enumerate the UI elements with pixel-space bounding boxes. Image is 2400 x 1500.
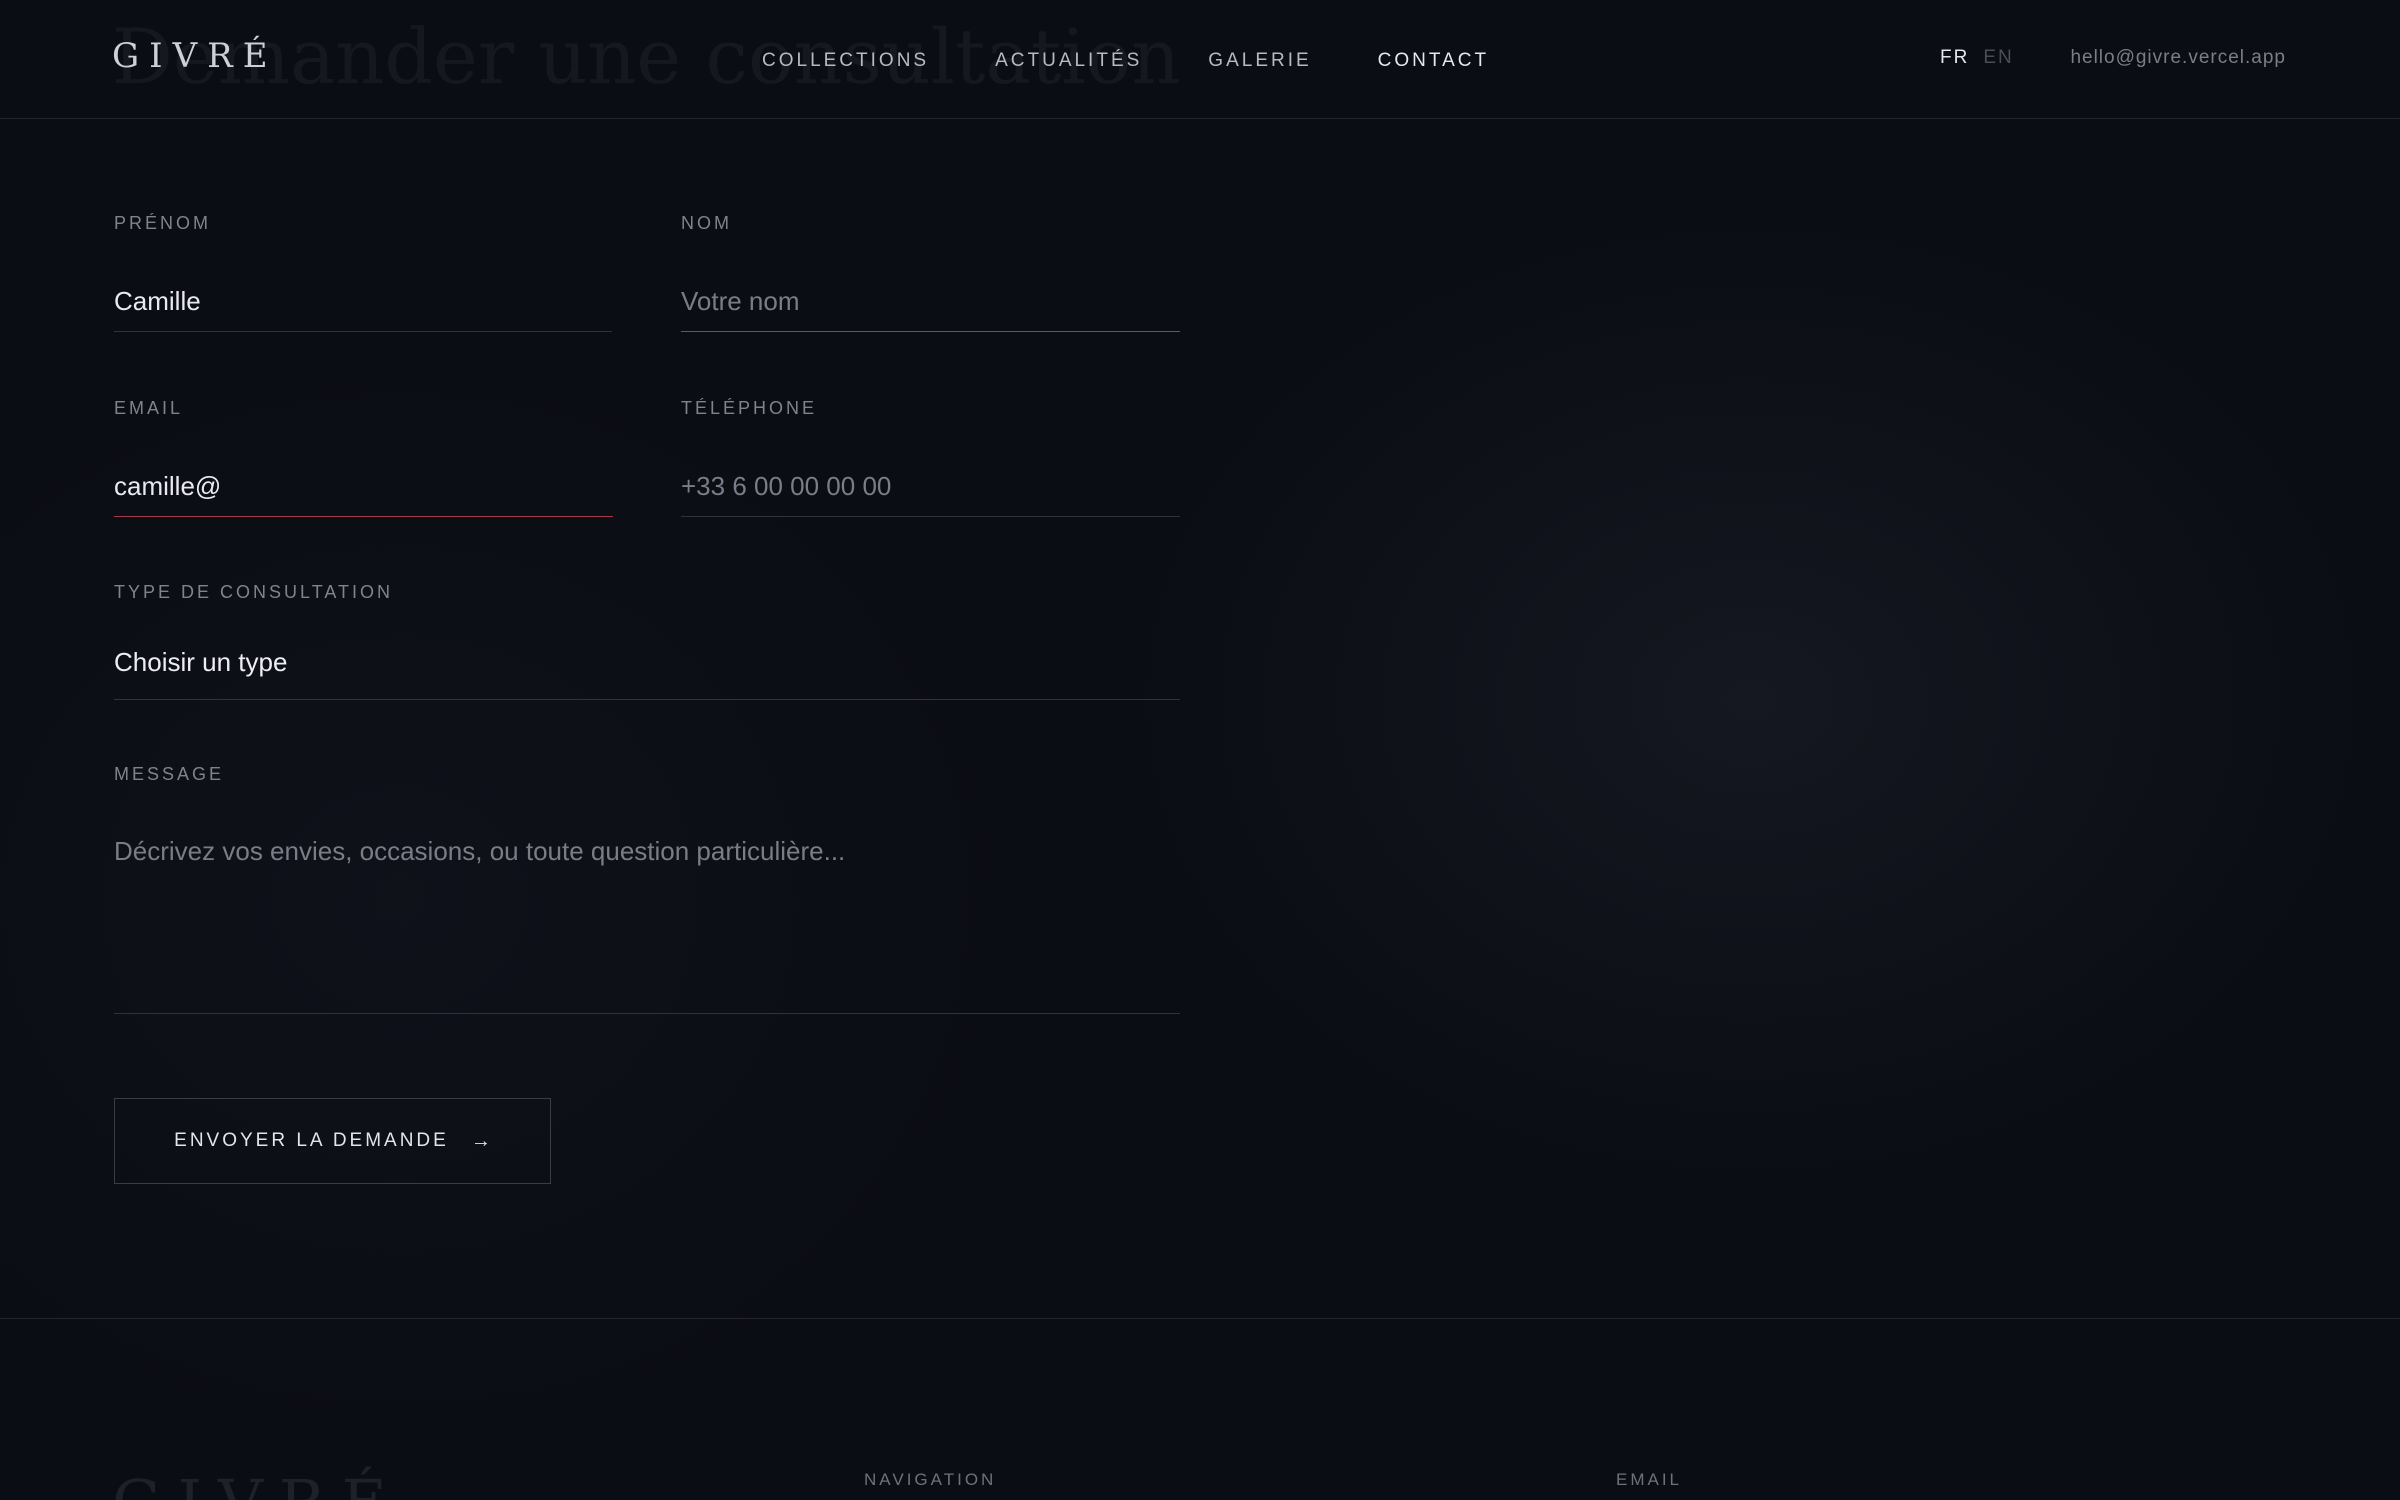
nav-item-collections[interactable]: COLLECTIONS xyxy=(762,50,929,72)
nav-item-galerie[interactable]: GALERIE xyxy=(1208,50,1311,72)
submit-button[interactable]: ENVOYER LA DEMANDE → xyxy=(114,1098,551,1184)
nom-label: NOM xyxy=(681,213,732,233)
footer-logo: GIVRÉ xyxy=(112,1472,403,1500)
email-label: EMAIL xyxy=(114,398,184,418)
arrow-right-icon: → xyxy=(470,1129,491,1152)
lang-fr[interactable]: FR xyxy=(1940,47,1969,69)
page: Demander une consultation GIVRÉ COLLECTI… xyxy=(0,0,2400,1500)
footer-navigation-heading: NAVIGATION xyxy=(864,1470,997,1489)
message-textarea[interactable] xyxy=(114,828,1180,1014)
footer-email-heading: EMAIL xyxy=(1616,1470,1683,1489)
main-nav: COLLECTIONS ACTUALITÉS GALERIE CONTACT xyxy=(762,50,1555,72)
telephone-input[interactable] xyxy=(681,457,1180,517)
prenom-input[interactable] xyxy=(114,272,612,332)
message-label: MESSAGE xyxy=(114,764,225,784)
lang-en[interactable]: EN xyxy=(1983,47,2013,69)
nom-input[interactable] xyxy=(681,272,1180,332)
nav-item-actualites[interactable]: ACTUALITÉS xyxy=(995,50,1142,72)
logo[interactable]: GIVRÉ xyxy=(112,36,278,76)
email-input[interactable] xyxy=(114,457,613,517)
site-header: GIVRÉ COLLECTIONS ACTUALITÉS GALERIE CON… xyxy=(0,0,2400,119)
prenom-label: PRÉNOM xyxy=(114,213,212,233)
header-email-link[interactable]: hello@givre.vercel.app xyxy=(2070,47,2286,69)
consultation-type-select[interactable]: Choisir un type xyxy=(114,640,1180,700)
consultation-type-label: TYPE DE CONSULTATION xyxy=(114,582,394,602)
footer-divider xyxy=(0,1318,2400,1319)
nav-item-contact[interactable]: CONTACT xyxy=(1378,50,1489,72)
language-switcher: FR EN xyxy=(1940,47,2014,69)
telephone-label: TÉLÉPHONE xyxy=(681,398,818,418)
submit-label: ENVOYER LA DEMANDE xyxy=(174,1130,449,1151)
